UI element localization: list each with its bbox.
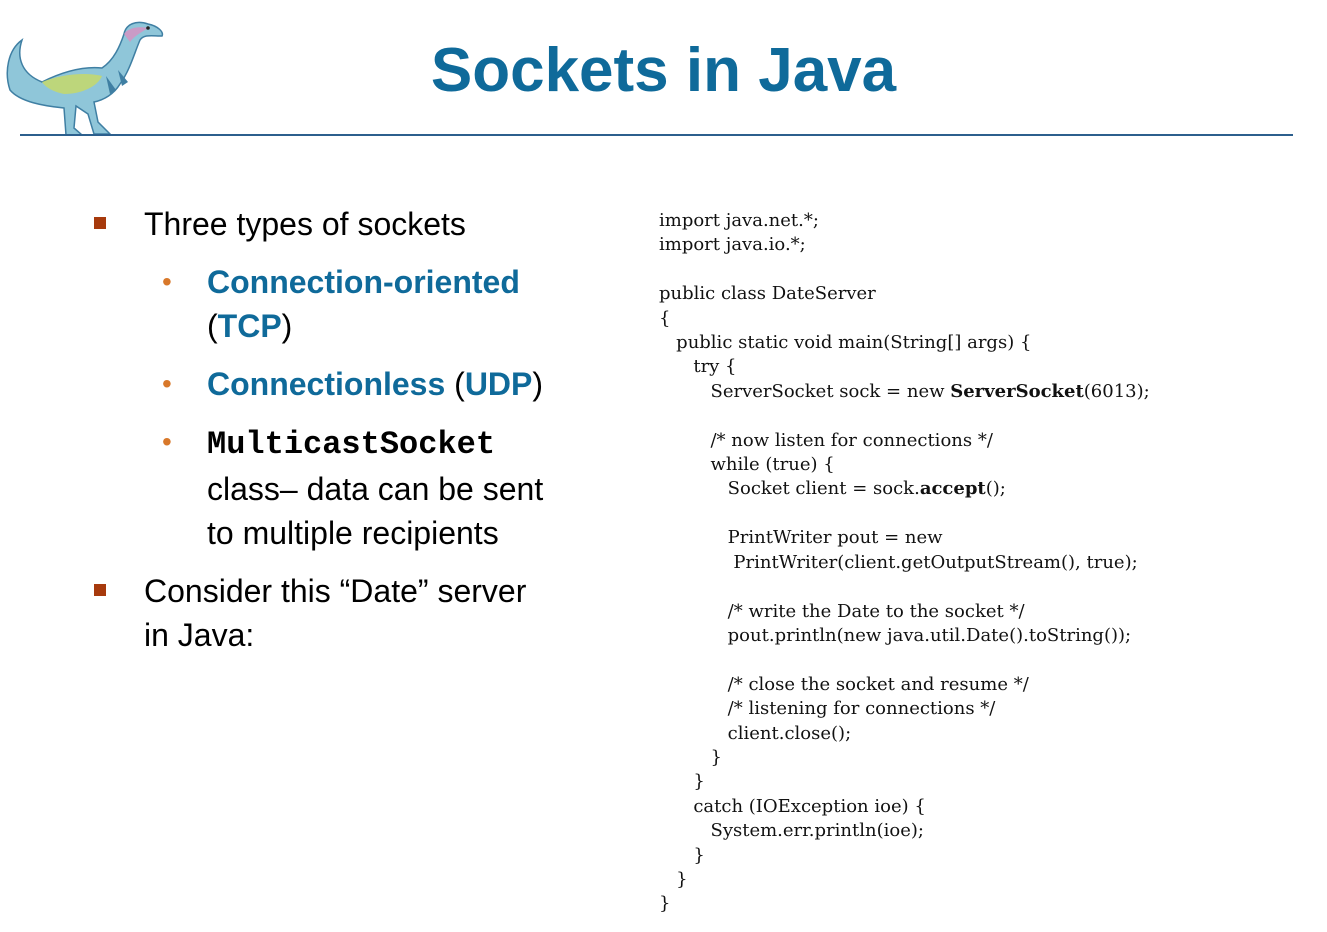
code-line: public static void main(String[] args) { <box>659 332 1032 354</box>
code-line: while (true) { <box>659 454 835 476</box>
paren-open: ( <box>445 366 465 402</box>
bullet-socket-types: Three types of sockets <box>90 202 630 246</box>
code-line: /* now listen for connections */ <box>659 429 993 451</box>
multicast-desc-line1: class– data can be sent <box>207 471 544 507</box>
code-line: } <box>659 844 705 866</box>
paren-close: ) <box>281 308 293 344</box>
sub-bullet-udp: • Connectionless (UDP) <box>90 362 630 406</box>
code-line: client.close(); <box>659 722 852 744</box>
code-keyword: ServerSocket <box>950 380 1084 402</box>
tcp-label: TCP <box>217 308 282 344</box>
dot-bullet-icon: • <box>162 426 172 457</box>
code-line: import java.net.*; <box>659 210 819 231</box>
paren-close: ) <box>532 366 544 402</box>
paren-open: ( <box>207 308 218 344</box>
code-line: } <box>659 746 722 768</box>
connection-oriented-label: Connection-oriented <box>207 264 520 300</box>
bullet-list: Three types of sockets • Connection-orie… <box>90 200 630 657</box>
code-line: catch (IOException ioe) { <box>659 795 926 817</box>
square-bullet-icon <box>94 217 106 229</box>
code-line: (); <box>985 478 1006 500</box>
code-line: /* write the Date to the socket */ <box>659 600 1025 622</box>
sub-bullet-tcp: • Connection-oriented (TCP) <box>90 260 630 348</box>
multicast-socket-label: MulticastSocket <box>207 426 496 463</box>
code-line: } <box>659 868 688 890</box>
code-keyword: accept <box>919 478 986 500</box>
multicast-desc-line2: to multiple recipients <box>207 515 499 551</box>
code-block: import java.net.*; import java.io.*; pub… <box>659 209 1150 917</box>
slide-title: Sockets in Java <box>430 36 897 105</box>
code-line: /* close the socket and resume */ <box>659 673 1029 695</box>
code-line: System.err.println(ioe); <box>659 820 924 842</box>
connectionless-label: Connectionless <box>207 366 446 402</box>
bullet-text: Three types of sockets <box>144 206 466 242</box>
bullet-date-server: Consider this “Date” server in Java: <box>90 569 630 657</box>
bullet-text-line1: Consider this “Date” server <box>144 573 527 609</box>
code-line: Socket client = sock. <box>659 478 920 500</box>
code-line: } <box>659 893 671 915</box>
code-line: { <box>659 307 671 329</box>
code-line: PrintWriter pout = new <box>659 527 943 549</box>
sub-bullet-multicast: • MulticastSocket class– data can be sen… <box>90 420 630 555</box>
code-line: PrintWriter(client.getOutputStream(), tr… <box>659 551 1138 573</box>
code-line: public class DateServer <box>659 283 876 305</box>
code-line: ServerSocket sock = new <box>659 380 951 402</box>
dot-bullet-icon: • <box>162 266 172 297</box>
code-line: pout.println(new java.util.Date().toStri… <box>659 624 1132 646</box>
dot-bullet-icon: • <box>162 368 172 399</box>
code-line: } <box>659 771 705 793</box>
code-line: import java.io.*; <box>659 234 806 256</box>
square-bullet-icon <box>94 584 106 596</box>
title-divider <box>20 134 1293 136</box>
code-line: try { <box>659 356 737 378</box>
code-line: /* listening for connections */ <box>659 698 996 720</box>
bullet-text-line2: in Java: <box>144 617 255 653</box>
udp-label: UDP <box>464 366 533 402</box>
code-line: (6013); <box>1083 380 1150 402</box>
